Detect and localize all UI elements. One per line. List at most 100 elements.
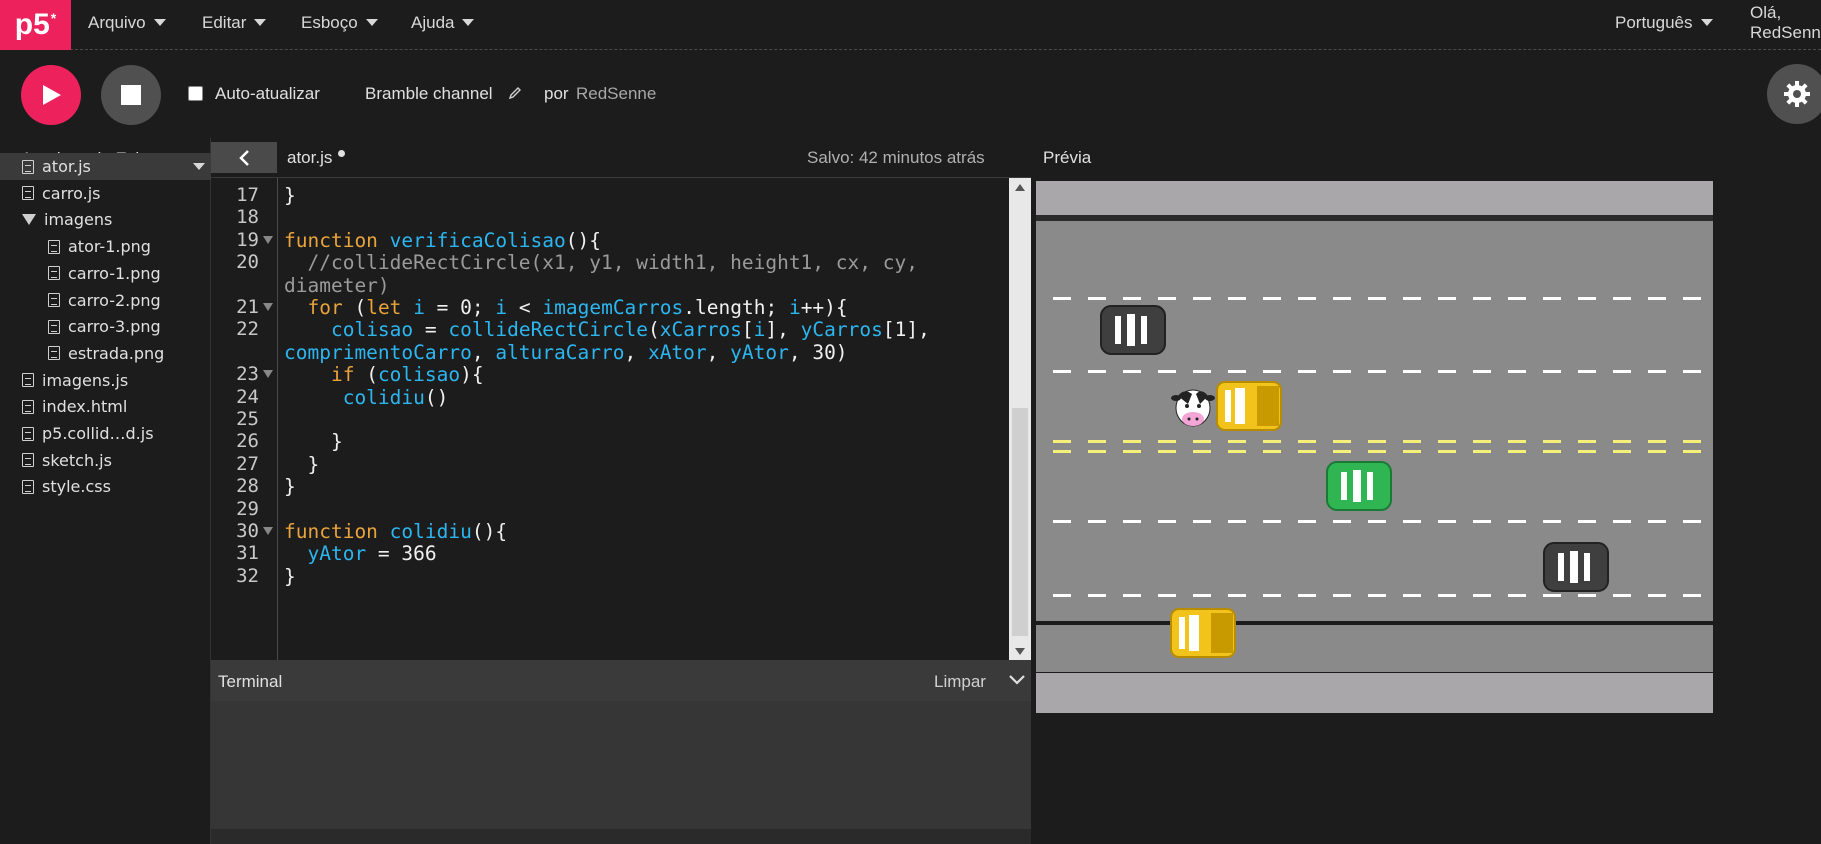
- toolbar: Auto-atualizar Bramble channel por RedSe…: [0, 51, 1821, 137]
- menu-user[interactable]: Olá, RedSenne!: [1750, 0, 1821, 45]
- menu-help[interactable]: Ajuda: [411, 0, 475, 45]
- code-line[interactable]: if (colisao){: [284, 363, 484, 386]
- sidebar-file[interactable]: ator-1.png: [0, 233, 211, 260]
- lane-dash: [1228, 520, 1246, 523]
- sidewalk-top: [1036, 181, 1713, 215]
- auto-refresh-label[interactable]: Auto-atualizar: [215, 84, 320, 104]
- play-button[interactable]: [21, 65, 81, 125]
- file-icon: [48, 319, 60, 334]
- lane-dash: [1543, 450, 1561, 453]
- code-line[interactable]: }: [284, 184, 296, 207]
- saved-status: Salvo: 42 minutos atrás: [807, 148, 985, 167]
- code-line[interactable]: comprimentoCarro, alturaCarro, xAtor, yA…: [284, 341, 848, 364]
- sidebar-file[interactable]: sketch.js: [0, 447, 211, 474]
- sidebar-file[interactable]: ator.js: [0, 153, 211, 180]
- fold-arrow-icon[interactable]: [263, 527, 273, 535]
- folder-open-icon: [22, 214, 36, 226]
- lane-dash: [1403, 370, 1421, 373]
- scroll-up-icon[interactable]: [1015, 184, 1025, 191]
- sidebar-file[interactable]: p5.collid…d.js: [0, 420, 211, 447]
- stop-button[interactable]: [101, 65, 161, 125]
- sidebar-file[interactable]: carro-1.png: [0, 260, 211, 287]
- lane-dash: [1368, 450, 1386, 453]
- menu-sketch[interactable]: Esboço: [301, 0, 378, 45]
- collapse-sidebar-button[interactable]: [211, 142, 277, 173]
- file-options-chevron-icon[interactable]: [193, 163, 205, 170]
- menu-edit[interactable]: Editar: [202, 0, 267, 45]
- code-line[interactable]: function verificaColisao(){: [284, 229, 601, 252]
- code-line[interactable]: function colidiu(){: [284, 520, 507, 543]
- lane-dash: [1508, 370, 1526, 373]
- author-link[interactable]: RedSenne: [576, 84, 656, 104]
- lane-dash: [1613, 297, 1631, 300]
- scroll-down-icon[interactable]: [1015, 648, 1025, 655]
- code-editor[interactable]: 17 18 19 20 21 22 23 24 25 26 27 28 29 30 31 32 } functi…: [211, 177, 1031, 660]
- file-tab[interactable]: ator.js: [287, 148, 332, 168]
- lane-dash: [1123, 594, 1141, 597]
- code-line[interactable]: diameter): [284, 274, 390, 297]
- chevron-down-icon[interactable]: [1008, 674, 1026, 686]
- clear-console-button[interactable]: Limpar: [934, 672, 986, 692]
- preview-canvas[interactable]: [1036, 178, 1713, 720]
- sidebar-folder[interactable]: imagens: [0, 206, 211, 233]
- code-line[interactable]: //collideRectCircle(x1, y1, width1, heig…: [284, 251, 918, 274]
- code-line[interactable]: colisao = collideRectCircle(xCarros[i], …: [284, 318, 930, 341]
- lane-dash: [1333, 370, 1351, 373]
- fold-arrow-icon[interactable]: [263, 303, 273, 311]
- sidebar-file[interactable]: carro-2.png: [0, 287, 211, 314]
- lane-dash: [1298, 297, 1316, 300]
- sidebar-file-label: index.html: [42, 397, 128, 417]
- lane-dash: [1613, 440, 1631, 443]
- lane-dash: [1648, 450, 1666, 453]
- file-icon: [22, 399, 34, 414]
- lane-dash: [1403, 440, 1421, 443]
- lane-dash: [1403, 450, 1421, 453]
- line-number: 30: [236, 520, 259, 542]
- file-icon: [22, 373, 34, 388]
- lane-dash: [1613, 520, 1631, 523]
- lane-dash: [1158, 450, 1176, 453]
- lane-dash: [1578, 520, 1596, 523]
- lane-dash: [1648, 594, 1666, 597]
- sidebar-file-label: sketch.js: [42, 450, 112, 470]
- game-canvas[interactable]: [1036, 178, 1713, 720]
- lane-dash: [1298, 440, 1316, 443]
- sidebar-file[interactable]: carro-3.png: [0, 313, 211, 340]
- code-line[interactable]: yAtor = 366: [284, 542, 436, 565]
- fold-arrow-icon[interactable]: [263, 235, 273, 244]
- code-line[interactable]: }: [284, 430, 343, 453]
- file-sidebar: Arquivos do Esboço ator.jscarro.jsimagen…: [0, 138, 211, 844]
- pencil-icon[interactable]: [508, 86, 522, 100]
- code-line[interactable]: }: [284, 475, 296, 498]
- menu-language[interactable]: Português: [1615, 0, 1713, 45]
- sidebar-file-label: ator-1.png: [68, 237, 151, 257]
- sidebar-file[interactable]: estrada.png: [0, 340, 211, 367]
- code-line[interactable]: colidiu(): [284, 386, 449, 409]
- settings-button[interactable]: [1767, 64, 1821, 124]
- lane-dash: [1263, 520, 1281, 523]
- code-line[interactable]: for (let i = 0; i < imagemCarros.length;…: [284, 296, 847, 319]
- console-input[interactable]: [211, 829, 1031, 844]
- lane-dash: [1263, 370, 1281, 373]
- scroll-thumb[interactable]: [1012, 408, 1028, 636]
- lane-dash: [1158, 594, 1176, 597]
- console-header: Terminal Limpar: [211, 660, 1031, 701]
- editor-scrollbar[interactable]: [1009, 178, 1031, 660]
- lane-dash: [1683, 594, 1701, 597]
- file-icon: [48, 239, 60, 254]
- code-line[interactable]: }: [284, 453, 319, 476]
- sidebar-file[interactable]: index.html: [0, 393, 211, 420]
- auto-refresh-checkbox[interactable]: [188, 86, 203, 101]
- fold-arrow-icon[interactable]: [263, 370, 273, 379]
- menu-file[interactable]: Arquivo: [88, 0, 166, 45]
- sidebar-file[interactable]: style.css: [0, 473, 211, 500]
- code-line[interactable]: }: [284, 565, 296, 588]
- p5-logo[interactable]: p5 *: [0, 0, 71, 50]
- sketch-name[interactable]: Bramble channel: [365, 84, 493, 104]
- menu-help-label: Ajuda: [411, 12, 455, 32]
- lane-dash: [1368, 370, 1386, 373]
- sidebar-file[interactable]: carro.js: [0, 180, 211, 207]
- lane-dash: [1683, 520, 1701, 523]
- sidebar-file[interactable]: imagens.js: [0, 367, 211, 394]
- lane-dash: [1228, 440, 1246, 443]
